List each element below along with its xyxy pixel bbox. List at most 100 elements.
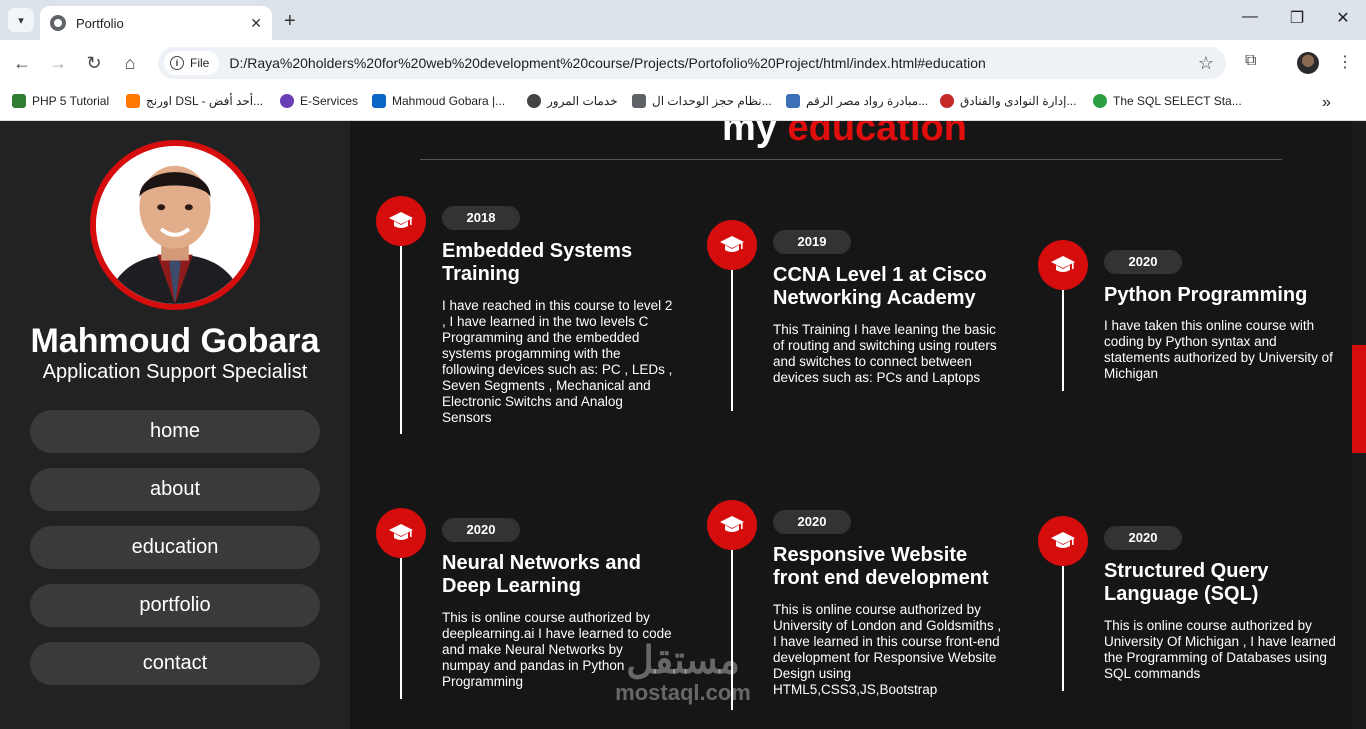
timeline-line	[731, 270, 733, 411]
back-button[interactable]: ←	[10, 51, 34, 75]
profile-photo	[90, 140, 260, 310]
portfolio-page: Mahmoud Gobara Application Support Speci…	[0, 121, 1366, 729]
bookmark-item[interactable]: نظام حجز الوحدات ال...	[632, 94, 772, 108]
browser-toolbar: ← → ↻ ⌂ i File D:/Raya%20holders%20for%2…	[0, 40, 1366, 86]
orange-icon	[126, 94, 140, 108]
heading-accent: education	[787, 121, 967, 149]
shield-icon	[940, 94, 954, 108]
year-badge: 2020	[773, 510, 851, 534]
education-title: Structured Query Language (SQL)	[1104, 560, 1269, 605]
nav-portfolio[interactable]: portfolio	[30, 584, 320, 627]
bookmark-label: اورنج DSL - أحد أفض...	[146, 94, 264, 108]
chevron-down-icon: ▾	[18, 14, 24, 27]
timeline-line	[1062, 290, 1064, 391]
home-icon[interactable]: ⌂	[118, 51, 142, 75]
year-badge: 2020	[442, 518, 520, 542]
graduation-cap-icon	[1038, 516, 1088, 566]
restore-button[interactable]: ❐	[1285, 8, 1309, 28]
bookmark-label: Mahmoud Gobara |...	[392, 94, 506, 108]
bookmark-item[interactable]: Mahmoud Gobara |...	[372, 94, 505, 108]
timeline-line	[731, 550, 733, 710]
forward-button[interactable]: →	[46, 51, 70, 75]
eservices-icon	[280, 94, 294, 108]
graduation-cap-icon	[707, 500, 757, 550]
bookmarks-bar: PHP 5 Tutorial اورنج DSL - أحد أفض... E-…	[0, 86, 1366, 121]
profile-avatar[interactable]	[1297, 52, 1319, 74]
page-scrollbar[interactable]	[1352, 121, 1366, 729]
profile-role: Application Support Specialist	[42, 361, 308, 383]
bookmark-item[interactable]: E-Services	[280, 94, 358, 108]
bookmark-item[interactable]: اورنج DSL - أحد أفض...	[126, 94, 263, 108]
education-title: Responsive Website front end development	[773, 544, 989, 589]
bookmark-label: إدارة النوادى والفنادق...	[960, 94, 1077, 108]
education-description: This is online course authorized by deep…	[442, 610, 672, 689]
section-heading: my education	[722, 121, 967, 150]
tab-title: Portfolio	[76, 15, 124, 31]
bookmark-label: خدمات المرور	[547, 94, 618, 108]
scrollbar-thumb[interactable]	[1352, 345, 1366, 453]
bookmark-item[interactable]: PHP 5 Tutorial	[12, 94, 109, 108]
timeline-line	[1062, 566, 1064, 691]
timeline-line	[400, 246, 402, 434]
w3schools-icon	[12, 94, 26, 108]
reload-button[interactable]: ↻	[82, 51, 106, 75]
new-tab-button[interactable]: +	[284, 10, 296, 33]
year-badge: 2018	[442, 206, 520, 230]
more-bookmarks-icon[interactable]: »	[1322, 94, 1331, 112]
bookmark-label: مبادرة رواد مصر الرقم...	[806, 94, 929, 108]
education-description: This Training I have leaning the basic o…	[773, 322, 997, 385]
site-info-label: File	[190, 56, 210, 70]
bookmark-label: The SQL SELECT Sta...	[1113, 94, 1242, 108]
bookmark-item[interactable]: The SQL SELECT Sta...	[1093, 94, 1242, 108]
graduation-cap-icon	[1038, 240, 1088, 290]
cube-icon	[632, 94, 646, 108]
bookmark-label: نظام حجز الوحدات ال...	[652, 94, 772, 108]
info-icon: i	[170, 56, 184, 70]
nav-education[interactable]: education	[30, 526, 320, 569]
tab-search-button[interactable]: ▾	[8, 8, 34, 32]
bookmark-label: E-Services	[300, 94, 359, 108]
profile-photo-image	[96, 146, 254, 304]
browser-tab-bar: ▾ Portfolio ✕ + — ❐ ✕	[0, 0, 1366, 40]
address-bar[interactable]: i File D:/Raya%20holders%20for%20web%20d…	[158, 47, 1226, 79]
menu-icon[interactable]: ⋮	[1337, 52, 1353, 72]
profile-name: Mahmoud Gobara	[30, 322, 320, 360]
nav-about[interactable]: about	[30, 468, 320, 511]
bookmark-item[interactable]: إدارة النوادى والفنادق...	[940, 94, 1076, 108]
nav-contact[interactable]: contact	[30, 642, 320, 685]
bookmark-item[interactable]: مبادرة رواد مصر الرقم...	[786, 94, 928, 108]
globe-icon	[527, 94, 541, 108]
browser-tab[interactable]: Portfolio ✕	[40, 6, 272, 40]
close-tab-icon[interactable]: ✕	[250, 15, 262, 32]
heading-divider	[420, 159, 1282, 160]
sidebar: Mahmoud Gobara Application Support Speci…	[0, 121, 350, 729]
url-text[interactable]: D:/Raya%20holders%20for%20web%20developm…	[229, 55, 1198, 71]
year-badge: 2020	[1104, 250, 1182, 274]
graduation-cap-icon	[376, 196, 426, 246]
education-title: Python Programming	[1104, 284, 1308, 306]
bookmark-star-icon[interactable]: ☆	[1198, 53, 1214, 74]
education-title: CCNA Level 1 at Cisco Networking Academy	[773, 264, 987, 309]
graduation-cap-icon	[707, 220, 757, 270]
nav-home[interactable]: home	[30, 410, 320, 453]
linkedin-icon	[372, 94, 386, 108]
globe-icon	[50, 15, 66, 31]
minimize-button[interactable]: —	[1238, 8, 1262, 26]
education-title: Neural Networks and Deep Learning	[442, 552, 641, 597]
site-info-chip[interactable]: i File	[164, 51, 220, 75]
bookmark-item[interactable]: خدمات المرور	[527, 94, 618, 108]
education-description: I have reached in this course to level 2…	[442, 298, 673, 425]
extensions-icon[interactable]: ⧉	[1245, 52, 1256, 70]
sql-icon	[1093, 94, 1107, 108]
year-badge: 2020	[1104, 526, 1182, 550]
year-badge: 2019	[773, 230, 851, 254]
bookmark-label: PHP 5 Tutorial	[32, 94, 110, 108]
close-window-button[interactable]: ✕	[1331, 8, 1355, 28]
education-description: This is online course authorized by Univ…	[773, 602, 1002, 697]
education-section: my education 2018 Embedded Systems Train…	[350, 121, 1352, 729]
education-title: Embedded Systems Training	[442, 240, 633, 285]
graduation-cap-icon	[376, 508, 426, 558]
education-description: I have taken this online course with cod…	[1104, 318, 1333, 381]
heading-plain: my	[722, 121, 777, 149]
digital-egypt-icon	[786, 94, 800, 108]
